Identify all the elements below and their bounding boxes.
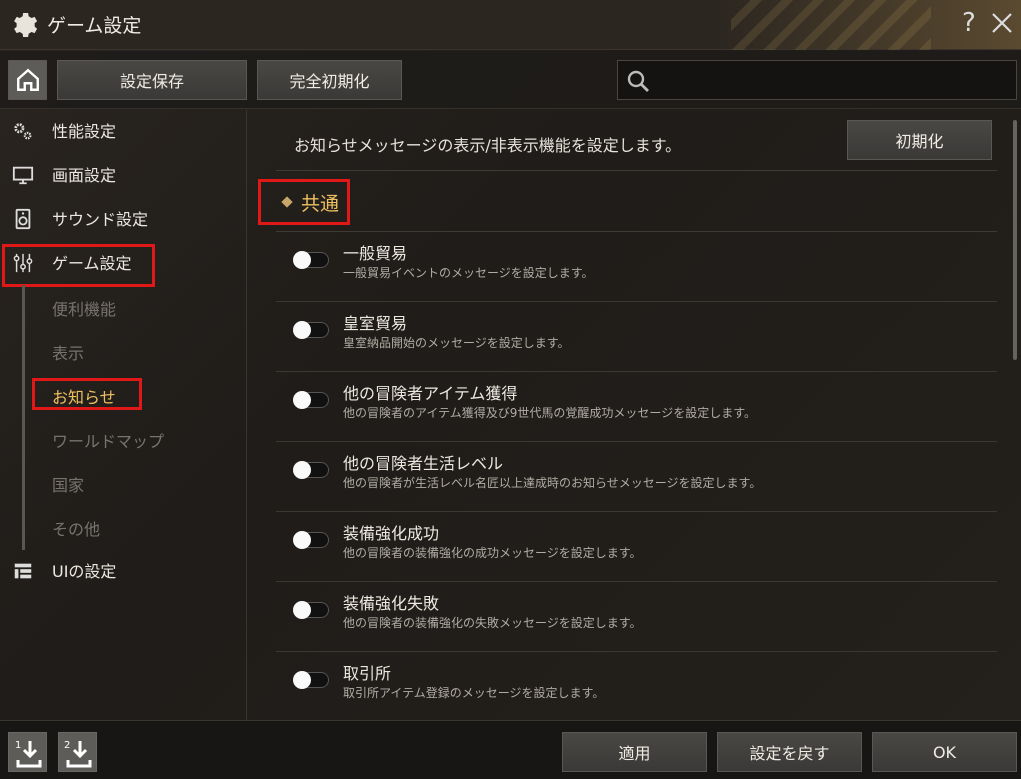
toggle-knob — [293, 461, 311, 479]
save-slot-1-button[interactable]: 1 — [8, 732, 47, 772]
initialize-button[interactable]: 初期化 — [847, 120, 992, 160]
item-title: 他の冒険者生活レベル — [343, 454, 504, 473]
ok-button[interactable]: OK — [872, 732, 1017, 772]
item-title: 皇室貿易 — [343, 314, 408, 333]
home-icon — [16, 68, 39, 91]
speaker-icon — [15, 208, 31, 230]
item-description: 他の冒険者のアイテム獲得及び9世代馬の覚醒成功メッセージを設定します。 — [343, 406, 756, 420]
close-icon[interactable] — [990, 8, 1014, 38]
subitem-nation[interactable]: 国家 — [52, 472, 84, 496]
subitem-world-map[interactable]: ワールドマップ — [52, 428, 164, 452]
list-item: 他の冒険者生活レベル 他の冒険者が生活レベル名匠以上達成時のお知らせメッセージを… — [276, 442, 997, 512]
full-reset-button[interactable]: 完全初期化 — [257, 60, 402, 100]
item-title: 一般貿易 — [343, 244, 408, 263]
sidebar-item-label: UIの設定 — [52, 562, 117, 581]
item-description: 他の冒険者の装備強化の成功メッセージを設定します。 — [343, 546, 642, 560]
search-box[interactable] — [617, 60, 1017, 100]
divider — [276, 170, 997, 171]
sidebar-item-label: サウンド設定 — [52, 210, 149, 229]
sidebar-item-sound[interactable]: サウンド設定 — [0, 198, 247, 238]
list-item: 一般貿易 一般貿易イベントのメッセージを設定します。 — [276, 232, 997, 302]
sidebar-item-label: 性能設定 — [52, 122, 117, 141]
search-icon — [627, 70, 649, 92]
monitor-icon — [12, 166, 34, 185]
revert-settings-button[interactable]: 設定を戻す — [717, 732, 862, 772]
toolbar: 設定保存 完全初期化 — [0, 51, 1021, 109]
item-description: 他の冒険者が生活レベル名匠以上達成時のお知らせメッセージを設定します。 — [343, 476, 762, 490]
sidebar-item-label: 画面設定 — [52, 166, 117, 185]
game-settings-window: ゲーム設定 ? 設定保存 完全初期化 性能設定 画面設定 サウンド設定 ゲーム設… — [0, 0, 1021, 779]
gear-icon — [14, 12, 38, 37]
sidebar-item-label: ゲーム設定 — [52, 254, 132, 273]
list-item: 他の冒険者アイテム獲得 他の冒険者のアイテム獲得及び9世代馬の覚醒成功メッセージ… — [276, 372, 997, 442]
list-item: 装備強化成功 他の冒険者の装備強化の成功メッセージを設定します。 — [276, 512, 997, 582]
toggle-switch[interactable] — [293, 461, 329, 479]
search-input[interactable] — [664, 67, 1004, 93]
download-icon: 1 — [15, 740, 42, 768]
page-description: お知らせメッセージの表示/非表示機能を設定します。 — [294, 136, 682, 155]
sidebar-item-performance[interactable]: 性能設定 — [0, 110, 247, 150]
content-panel: お知らせメッセージの表示/非表示機能を設定します。 初期化 共通 一般貿易 一般… — [248, 110, 1021, 720]
sidebar-item-ui-settings[interactable]: UIの設定 — [0, 550, 247, 590]
toggle-switch[interactable] — [293, 531, 329, 549]
home-button[interactable] — [8, 60, 47, 100]
gears-icon — [14, 123, 32, 140]
diamond-icon — [281, 196, 293, 208]
item-title: 取引所 — [343, 664, 392, 683]
title-bar: ゲーム設定 ? — [0, 0, 1021, 50]
toggle-knob — [293, 321, 311, 339]
title-decoration — [731, 0, 931, 50]
apply-button[interactable]: 適用 — [562, 732, 707, 772]
item-title: 他の冒険者アイテム獲得 — [343, 384, 518, 403]
item-description: 皇室納品開始のメッセージを設定します。 — [343, 336, 570, 350]
toggle-switch[interactable] — [293, 601, 329, 619]
save-slot-2-button[interactable]: 2 — [58, 732, 97, 772]
download-icon: 2 — [64, 740, 92, 768]
item-title: 装備強化成功 — [343, 524, 440, 543]
subitem-convenience[interactable]: 便利機能 — [52, 296, 116, 320]
sidebar-item-screen[interactable]: 画面設定 — [0, 154, 247, 194]
section-title: 共通 — [301, 193, 340, 215]
layout-icon — [14, 563, 32, 579]
sliders-icon — [13, 253, 33, 273]
subitem-notifications[interactable]: お知らせ — [52, 384, 116, 408]
slot-number: 2 — [64, 740, 70, 751]
sidebar-item-game-settings[interactable]: ゲーム設定 — [0, 242, 247, 282]
sidebar: 性能設定 画面設定 サウンド設定 ゲーム設定 便利機能 表示 お知らせ ワールド… — [0, 110, 247, 720]
bottom-bar: 1 2 適用 設定を戻す OK — [0, 720, 1021, 779]
list-item: 取引所 取引所アイテム登録のメッセージを設定します。 — [276, 652, 997, 720]
toggle-switch[interactable] — [293, 321, 329, 339]
item-title: 装備強化失敗 — [343, 594, 440, 613]
toggle-switch[interactable] — [293, 671, 329, 689]
list-item: 装備強化失敗 他の冒険者の装備強化の失敗メッセージを設定します。 — [276, 582, 997, 652]
toggle-switch[interactable] — [293, 251, 329, 269]
slot-number: 1 — [15, 740, 21, 751]
toggle-switch[interactable] — [293, 391, 329, 409]
toggle-knob — [293, 251, 311, 269]
subitem-other[interactable]: その他 — [52, 516, 100, 540]
toggle-knob — [293, 531, 311, 549]
item-description: 一般貿易イベントのメッセージを設定します。 — [343, 266, 594, 280]
subitem-display[interactable]: 表示 — [52, 340, 84, 364]
window-title: ゲーム設定 — [47, 15, 142, 37]
submenu-line — [22, 285, 25, 550]
help-button[interactable]: ? — [962, 8, 976, 38]
save-settings-button[interactable]: 設定保存 — [57, 60, 247, 100]
toggle-knob — [293, 671, 311, 689]
toggle-knob — [293, 391, 311, 409]
list-item: 皇室貿易 皇室納品開始のメッセージを設定します。 — [276, 302, 997, 372]
scrollbar[interactable] — [1013, 120, 1017, 360]
item-description: 取引所アイテム登録のメッセージを設定します。 — [343, 686, 605, 700]
item-description: 他の冒険者の装備強化の失敗メッセージを設定します。 — [343, 616, 642, 630]
toggle-knob — [293, 601, 311, 619]
